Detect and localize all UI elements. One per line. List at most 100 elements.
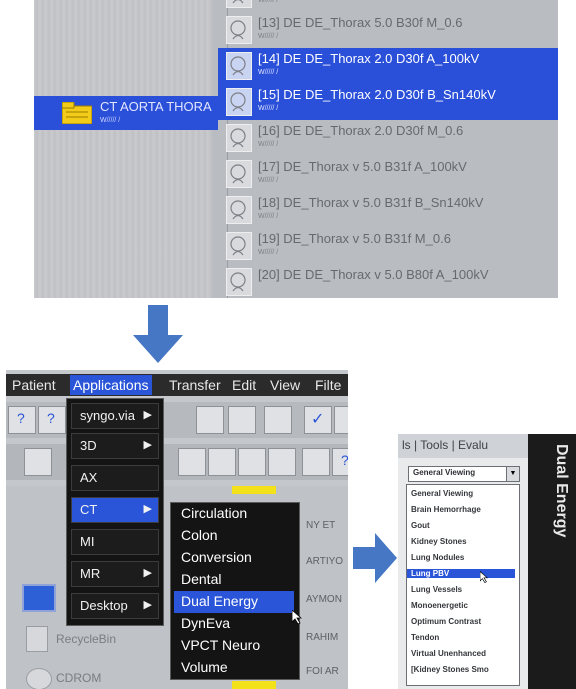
ct-item-colon[interactable]: Colon [174, 525, 294, 547]
series-subtext: W///// / [258, 105, 279, 112]
menu-item-label: syngo.via [80, 408, 135, 423]
cursor-icon [291, 609, 303, 629]
dropdown-option[interactable]: Lung Vessels [411, 585, 462, 594]
head-thumbnail-icon [226, 160, 252, 188]
tool-button-1[interactable] [196, 406, 224, 434]
dropdown-option[interactable]: Monoenergetic [411, 601, 468, 610]
head-thumbnail-icon [226, 88, 252, 116]
series-subtext: W///// / [258, 249, 279, 256]
patient-entry[interactable]: FOI AR [306, 666, 339, 677]
tab-labels[interactable]: ls | Tools | Evalu [402, 438, 488, 452]
tool-button-3[interactable] [264, 406, 292, 434]
menu-item-label: CT [80, 502, 98, 517]
combo-value: General Viewing [413, 468, 476, 477]
menu-patient[interactable]: Patient [12, 377, 56, 393]
cdrom-label: CDROM [56, 671, 102, 685]
menu-transfer[interactable]: Transfer [169, 377, 221, 393]
series-row[interactable]: [19] DE_Thorax v 5.0 B31f M_0.6 W///// / [218, 228, 558, 264]
tool-button-8[interactable] [238, 448, 266, 476]
monitor-icon[interactable] [22, 584, 56, 612]
dropdown-option[interactable]: General Viewing [411, 489, 473, 498]
toolbar-top: ? ? ✓ [6, 402, 348, 438]
dropdown-option[interactable]: [Kidney Stones Smo [411, 665, 489, 674]
menu-item-ct[interactable]: CT ▶ [71, 497, 159, 523]
ct-item-circulation[interactable]: Circulation [174, 503, 294, 525]
ct-submenu: Circulation Colon Conversion Dental Dual… [170, 502, 300, 680]
series-subtext: W///// / [258, 0, 279, 4]
series-row[interactable]: [14] DE DE_Thorax 2.0 D30f A_100kV W/////… [218, 48, 558, 84]
workflow-combo[interactable]: General Viewing ▼ [408, 466, 520, 482]
series-row[interactable]: [20] DE DE_Thorax v 5.0 B80f A_100kV [218, 264, 558, 298]
applications-menu: syngo.via ▶ 3D ▶ AX CT ▶ MI MR ▶ Desktop ▶ [66, 398, 164, 626]
cdrom-icon[interactable] [26, 668, 52, 689]
dropdown-option[interactable]: Lung Nodules [411, 553, 464, 562]
ct-item-dental[interactable]: Dental [174, 569, 294, 591]
dropdown-option[interactable]: Gout [411, 521, 430, 530]
question-icon: ? [47, 410, 55, 426]
help-context-button[interactable]: ? [38, 406, 66, 434]
patient-entry[interactable]: RAHIM [306, 632, 338, 643]
arrow-down-icon [133, 305, 183, 363]
series-row[interactable]: W///// / [218, 0, 558, 12]
series-row[interactable]: [17] DE_Thorax v 5.0 B31f A_100kV W///// … [218, 156, 558, 192]
tool-button-6[interactable] [178, 448, 206, 476]
menu-item-syngo-via[interactable]: syngo.via ▶ [71, 403, 159, 429]
ct-item-volume[interactable]: Volume [174, 657, 294, 679]
dropdown-option-selected[interactable]: Lung PBV [407, 569, 515, 578]
series-name: [16] DE DE_Thorax 2.0 D30f M_0.6 [258, 123, 464, 138]
ct-item-vpct-neuro[interactable]: VPCT Neuro [174, 635, 294, 657]
recycle-bin-label: RecycleBin [56, 632, 117, 646]
tool-button-7[interactable] [208, 448, 236, 476]
arrow-right-icon [353, 533, 397, 583]
tool-button-9[interactable] [268, 448, 296, 476]
study-name: CT AORTA THORA [100, 99, 212, 114]
study-row[interactable]: CT AORTA THORA W///// / [34, 96, 218, 130]
dropdown-option[interactable]: Brain Hemorrhage [411, 505, 481, 514]
menu-item-ax[interactable]: AX [71, 465, 159, 491]
menu-filter[interactable]: Filte [315, 377, 341, 393]
chevron-right-icon: ▶ [143, 599, 152, 611]
series-name: [20] DE DE_Thorax v 5.0 B80f A_100kV [258, 267, 489, 282]
patient-entry[interactable]: ARTIYO [306, 556, 343, 567]
dropdown-option[interactable]: Kidney Stones [411, 537, 467, 546]
recycle-bin-icon[interactable] [26, 626, 48, 652]
menu-item-label: Conversion [181, 549, 252, 565]
patient-entry[interactable]: AYMON [306, 594, 342, 605]
series-row[interactable]: [18] DE_Thorax v 5.0 B31f B_Sn140kV W////… [218, 192, 558, 228]
menu-item-mr[interactable]: MR ▶ [71, 561, 159, 587]
application-window: Patient Applications Transfer Edit View … [6, 370, 348, 689]
series-name: [18] DE_Thorax v 5.0 B31f B_Sn140kV [258, 195, 484, 210]
menu-applications[interactable]: Applications [70, 375, 152, 395]
dropdown-option[interactable]: Virtual Unenhanced [411, 649, 486, 658]
series-name: [13] DE DE_Thorax 5.0 B30f M_0.6 [258, 15, 463, 30]
menu-item-3d[interactable]: 3D ▶ [71, 433, 159, 459]
chevron-down-icon[interactable]: ▼ [506, 467, 519, 481]
ct-item-dual-energy[interactable]: Dual Energy [174, 591, 294, 613]
ct-item-dyneva[interactable]: DynEva [174, 613, 294, 635]
menu-item-mi[interactable]: MI [71, 529, 159, 555]
confirm-button[interactable]: ✓ [304, 406, 332, 434]
chevron-right-icon: ▶ [143, 503, 152, 515]
tool-button-5[interactable] [334, 406, 348, 434]
tool-button-10[interactable] [302, 448, 330, 476]
menu-edit[interactable]: Edit [232, 377, 256, 393]
help-button-2[interactable]: ? [332, 448, 348, 476]
menu-item-label: Desktop [80, 598, 128, 613]
cursor-icon [479, 570, 489, 588]
series-row[interactable]: [13] DE DE_Thorax 5.0 B30f M_0.6 W///// / [218, 12, 558, 48]
layout-button[interactable] [24, 448, 52, 476]
ct-item-conversion[interactable]: Conversion [174, 547, 294, 569]
menu-item-desktop[interactable]: Desktop ▶ [71, 593, 159, 619]
tab-strip: ls | Tools | Evalu [398, 434, 528, 458]
series-row[interactable]: [15] DE DE_Thorax 2.0 D30f B_Sn140kV W///… [218, 84, 558, 120]
series-row[interactable]: [16] DE DE_Thorax 2.0 D30f M_0.6 W///// / [218, 120, 558, 156]
head-thumbnail-icon [226, 196, 252, 224]
dropdown-option[interactable]: Tendon [411, 633, 439, 642]
tool-button-2[interactable] [228, 406, 256, 434]
series-subtext: W///// / [258, 69, 279, 76]
dropdown-option[interactable]: Optimum Contrast [411, 617, 481, 626]
patient-entry[interactable]: NY ET [306, 520, 335, 531]
menu-view[interactable]: View [270, 377, 300, 393]
menu-item-label: MI [80, 534, 95, 549]
help-button[interactable]: ? [8, 406, 36, 434]
